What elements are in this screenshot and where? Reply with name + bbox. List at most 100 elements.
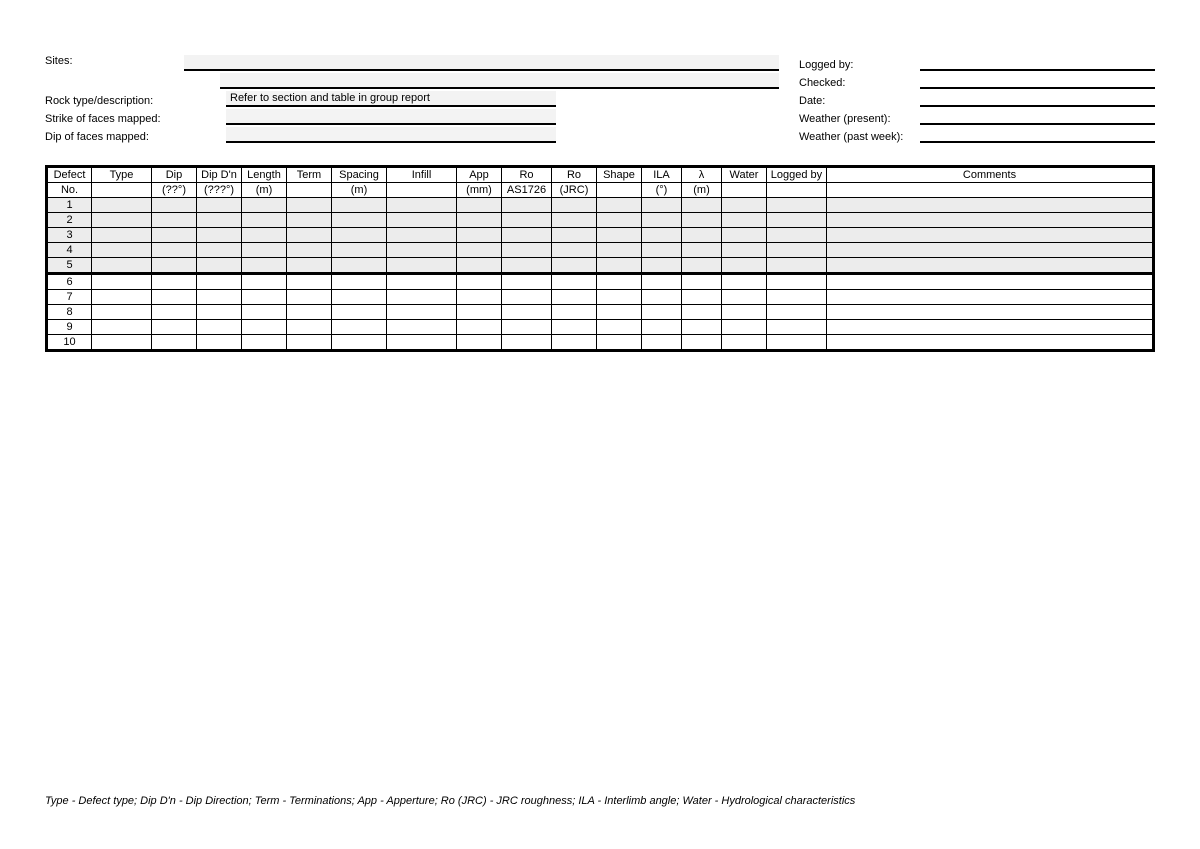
data-cell[interactable]: [642, 198, 682, 213]
data-cell[interactable]: [767, 335, 827, 351]
data-cell[interactable]: [552, 335, 597, 351]
data-cell[interactable]: [552, 274, 597, 290]
data-cell[interactable]: [767, 258, 827, 274]
data-cell[interactable]: [92, 198, 152, 213]
field-date[interactable]: [920, 91, 1155, 107]
data-cell[interactable]: [92, 290, 152, 305]
data-cell[interactable]: [552, 228, 597, 243]
data-cell[interactable]: [197, 198, 242, 213]
data-cell[interactable]: [722, 198, 767, 213]
data-cell[interactable]: [597, 305, 642, 320]
data-cell[interactable]: [552, 198, 597, 213]
data-cell[interactable]: [552, 290, 597, 305]
data-cell[interactable]: [92, 213, 152, 228]
data-cell[interactable]: [827, 213, 1154, 228]
data-cell[interactable]: [287, 305, 332, 320]
data-cell[interactable]: [552, 320, 597, 335]
data-cell[interactable]: [457, 274, 502, 290]
data-cell[interactable]: [387, 335, 457, 351]
data-cell[interactable]: [642, 228, 682, 243]
data-cell[interactable]: [287, 320, 332, 335]
data-cell[interactable]: [152, 305, 197, 320]
data-cell[interactable]: [332, 274, 387, 290]
data-cell[interactable]: [197, 258, 242, 274]
data-cell[interactable]: [332, 290, 387, 305]
data-cell[interactable]: [597, 228, 642, 243]
data-cell[interactable]: [92, 243, 152, 258]
data-cell[interactable]: [457, 305, 502, 320]
data-cell[interactable]: [457, 290, 502, 305]
data-cell[interactable]: [197, 213, 242, 228]
data-cell[interactable]: [597, 243, 642, 258]
data-cell[interactable]: [682, 290, 722, 305]
data-cell[interactable]: [597, 198, 642, 213]
data-cell[interactable]: [152, 335, 197, 351]
field-weather-present[interactable]: [920, 109, 1155, 125]
data-cell[interactable]: [827, 305, 1154, 320]
data-cell[interactable]: [827, 198, 1154, 213]
data-cell[interactable]: [242, 290, 287, 305]
data-cell[interactable]: [287, 243, 332, 258]
data-cell[interactable]: [682, 198, 722, 213]
data-cell[interactable]: [197, 274, 242, 290]
data-cell[interactable]: [682, 274, 722, 290]
data-cell[interactable]: [152, 213, 197, 228]
data-cell[interactable]: [552, 258, 597, 274]
data-cell[interactable]: [332, 213, 387, 228]
data-cell[interactable]: [682, 243, 722, 258]
data-cell[interactable]: [387, 274, 457, 290]
data-cell[interactable]: [502, 198, 552, 213]
data-cell[interactable]: [387, 320, 457, 335]
data-cell[interactable]: [722, 258, 767, 274]
data-cell[interactable]: [502, 258, 552, 274]
data-cell[interactable]: [387, 243, 457, 258]
data-cell[interactable]: [642, 335, 682, 351]
data-cell[interactable]: [242, 335, 287, 351]
data-cell[interactable]: [152, 274, 197, 290]
data-cell[interactable]: [92, 320, 152, 335]
data-cell[interactable]: [722, 290, 767, 305]
data-cell[interactable]: [722, 274, 767, 290]
data-cell[interactable]: [767, 198, 827, 213]
data-cell[interactable]: [387, 213, 457, 228]
data-cell[interactable]: [502, 320, 552, 335]
data-cell[interactable]: [197, 320, 242, 335]
field-dip-faces[interactable]: [226, 127, 556, 143]
data-cell[interactable]: [287, 228, 332, 243]
data-cell[interactable]: [242, 320, 287, 335]
data-cell[interactable]: [502, 213, 552, 228]
data-cell[interactable]: [827, 258, 1154, 274]
data-cell[interactable]: [197, 305, 242, 320]
data-cell[interactable]: [642, 274, 682, 290]
data-cell[interactable]: [152, 320, 197, 335]
data-cell[interactable]: [502, 274, 552, 290]
data-cell[interactable]: [597, 274, 642, 290]
data-cell[interactable]: [387, 228, 457, 243]
data-cell[interactable]: [92, 274, 152, 290]
data-cell[interactable]: [552, 213, 597, 228]
data-cell[interactable]: [332, 243, 387, 258]
field-rock-type[interactable]: Refer to section and table in group repo…: [226, 91, 556, 107]
data-cell[interactable]: [152, 243, 197, 258]
data-cell[interactable]: [152, 228, 197, 243]
data-cell[interactable]: [767, 228, 827, 243]
data-cell[interactable]: [92, 335, 152, 351]
data-cell[interactable]: [767, 305, 827, 320]
data-cell[interactable]: [597, 258, 642, 274]
data-cell[interactable]: [767, 320, 827, 335]
data-cell[interactable]: [332, 198, 387, 213]
data-cell[interactable]: [242, 213, 287, 228]
data-cell[interactable]: [152, 290, 197, 305]
data-cell[interactable]: [197, 228, 242, 243]
data-cell[interactable]: [597, 335, 642, 351]
data-cell[interactable]: [457, 335, 502, 351]
data-cell[interactable]: [457, 320, 502, 335]
data-cell[interactable]: [682, 320, 722, 335]
data-cell[interactable]: [287, 290, 332, 305]
data-cell[interactable]: [287, 258, 332, 274]
data-cell[interactable]: [642, 213, 682, 228]
field-strike[interactable]: [226, 109, 556, 125]
data-cell[interactable]: [682, 228, 722, 243]
data-cell[interactable]: [242, 228, 287, 243]
data-cell[interactable]: [642, 243, 682, 258]
